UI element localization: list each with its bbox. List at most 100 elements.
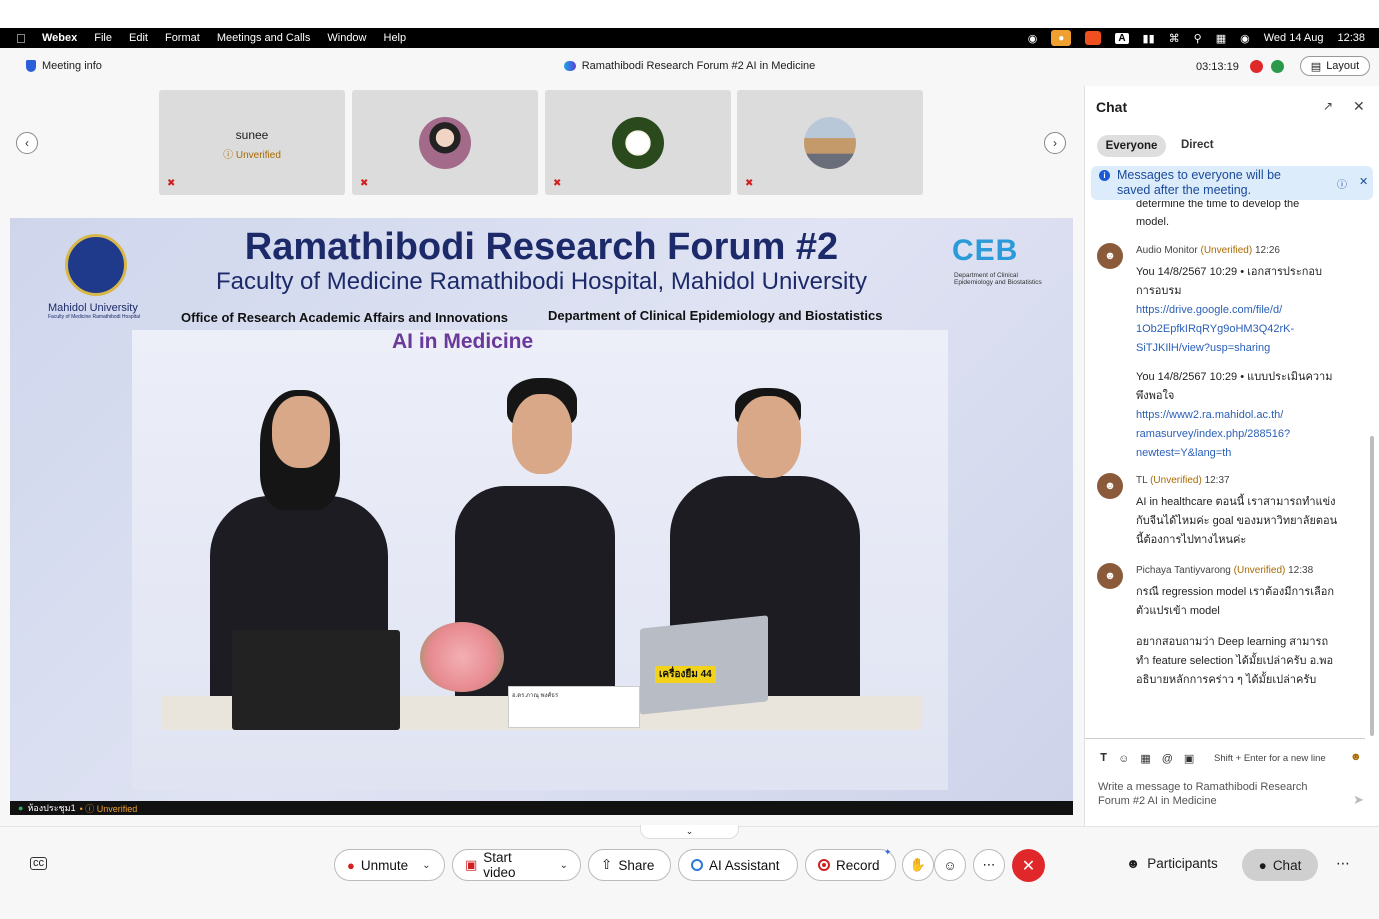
layout-button[interactable]: ▤ Layout (1300, 56, 1370, 76)
unmute-button[interactable]: ● Unmute ⌄ (334, 849, 445, 881)
message-link[interactable]: https://drive.google.com/file/d/ (1136, 301, 1351, 320)
message-link[interactable]: 1Ob2EpfkIRqRYg9oHM3Q42rK- (1136, 320, 1351, 339)
speaker-left-face (272, 396, 330, 468)
line-app-icon[interactable]: ◉ (1028, 32, 1038, 45)
menu-format[interactable]: Format (165, 32, 200, 44)
menubar-time[interactable]: 12:38 (1337, 32, 1365, 44)
menu-meetings-and-calls[interactable]: Meetings and Calls (217, 32, 311, 44)
message-text: พึงพอใจ (1136, 390, 1175, 402)
mention-icon[interactable]: @ (1162, 753, 1173, 765)
person-icon: ☻ (1126, 856, 1141, 871)
adobe-icon[interactable] (1085, 31, 1102, 45)
wifi-icon[interactable]: ⌘ (1169, 32, 1180, 45)
microphone-icon[interactable]: ● (1051, 30, 1072, 46)
chevron-down-icon[interactable]: ⌄ (422, 860, 430, 871)
message-header: Audio Monitor (Unverified) 12:26 (1136, 245, 1280, 256)
participant-tile[interactable]: ✖ (737, 90, 923, 195)
menu-edit[interactable]: Edit (129, 32, 148, 44)
prev-participants-button[interactable]: ‹ (16, 132, 38, 154)
message-link[interactable]: ramasurvey/index.php/288516? (1136, 425, 1351, 444)
menu-app-webex[interactable]: Webex (42, 32, 77, 44)
more-panels-button[interactable]: ⋯ (1336, 855, 1350, 872)
dismiss-notice-button[interactable]: ✕ (1359, 175, 1368, 188)
menu-help[interactable]: Help (384, 32, 407, 44)
laptop-left (232, 630, 400, 730)
message-text: นี้ต้องการไปทางไหนค่ะ (1136, 534, 1247, 546)
battery-icon[interactable]: ▮▮ (1143, 32, 1155, 45)
status-tray: ◉ ● A ▮▮ ⌘ ⚲ ▦ ◉ Wed 14 Aug 12:38 (1028, 28, 1365, 48)
send-icon[interactable]: ➤ (1353, 792, 1364, 808)
participant-tile[interactable]: ✖ (545, 90, 731, 195)
share-button[interactable]: ⇧ Share (588, 849, 671, 881)
close-icon: ✕ (1021, 857, 1036, 875)
chevron-down-icon[interactable]: ⌄ (560, 860, 568, 871)
meeting-stage-area: ‹ › sunee ⓘ Unverified ✖ ✖ ✖ ✖ Mahidol U… (0, 86, 1084, 826)
participant-tile[interactable]: sunee ⓘ Unverified ✖ (159, 90, 345, 195)
next-participants-button[interactable]: › (1044, 132, 1066, 154)
emoji-icon[interactable]: ☺ (1118, 753, 1129, 765)
avatar[interactable]: ☻ (1097, 563, 1123, 589)
raise-hand-button[interactable]: ✋ (902, 849, 934, 881)
ai-assistant-label: AI Assistant (709, 857, 780, 873)
recording-indicator-icon[interactable] (1250, 60, 1263, 73)
apple-icon[interactable]:  (16, 31, 34, 46)
message-text: กรณี regression model เราต้องมีการเลือก (1136, 586, 1334, 598)
start-video-button[interactable]: ▣ Start video ⌄ (452, 849, 581, 881)
tab-direct[interactable]: Direct (1181, 139, 1214, 151)
chat-message-list[interactable]: determine the time to develop the model.… (1085, 200, 1365, 736)
tab-everyone[interactable]: Everyone (1097, 135, 1166, 157)
text-format-icon[interactable]: 𝐓 (1100, 752, 1107, 765)
speaker-right-face (737, 396, 801, 478)
chat-panel-title: Chat (1096, 99, 1128, 115)
participant-tile[interactable]: ✖ (352, 90, 538, 195)
speaker-center-face (512, 394, 572, 474)
info-icon: i (1099, 170, 1110, 181)
participants-button[interactable]: ☻ Participants (1126, 856, 1218, 871)
notice-text: Messages to everyone will be saved after… (1117, 168, 1281, 197)
help-icon[interactable]: ⓘ (1337, 176, 1347, 191)
active-speaker-video[interactable]: Mahidol University Faculty of Medicine R… (10, 218, 1073, 801)
menu-file[interactable]: File (94, 32, 112, 44)
screenshot-icon[interactable]: ▣ (1184, 752, 1194, 765)
network-health-icon[interactable] (1271, 60, 1284, 73)
window-title-bar: Meeting info Ramathibodi Research Forum … (0, 48, 1379, 86)
compose-divider (1085, 738, 1365, 739)
spotlight-search-icon[interactable]: ⚲ (1194, 32, 1202, 45)
person-icon: ☻ (1104, 480, 1116, 492)
popout-icon[interactable]: ↗ (1323, 99, 1333, 113)
avatar[interactable]: ☻ (1097, 243, 1123, 269)
message-text: ทำ feature selection ได้มั้ยเปล่าครับ อ.… (1136, 655, 1334, 667)
shield-icon (26, 60, 36, 72)
recipient-person-icon[interactable]: ☻ (1350, 751, 1362, 763)
window-title-text: Ramathibodi Research Forum #2 AI in Medi… (581, 60, 816, 72)
unmute-label: Unmute (360, 857, 409, 873)
message-header: Pichaya Tantiyvarong (Unverified) 12:38 (1136, 565, 1314, 576)
closed-captions-button[interactable]: cc (30, 857, 47, 870)
leave-meeting-button[interactable]: ✕ (1012, 849, 1045, 882)
collapse-toolbar-button[interactable]: ⌄ (640, 825, 739, 839)
message-link[interactable]: https://www2.ra.mahidol.ac.th/ (1136, 406, 1351, 425)
menu-bar:  Webex File Edit Format Meetings and Ca… (0, 28, 1379, 48)
message-link[interactable]: SiTJKIlH/view?usp=sharing (1136, 339, 1351, 358)
ceb-logo: CEB (952, 234, 1019, 267)
more-options-button[interactable]: ⋯ (973, 849, 1005, 881)
chevron-left-icon: ‹ (25, 136, 29, 150)
menubar-date[interactable]: Wed 14 Aug (1264, 32, 1324, 44)
reactions-button[interactable]: ☺ (934, 849, 966, 881)
chat-scrollbar[interactable] (1370, 436, 1374, 736)
chat-button[interactable]: ● Chat (1242, 849, 1318, 881)
gif-icon[interactable]: ▦ (1140, 752, 1150, 765)
meeting-info-button[interactable]: Meeting info (26, 60, 102, 72)
message-link[interactable]: newtest=Y&lang=th (1136, 444, 1351, 463)
person-icon: ☻ (1104, 250, 1116, 262)
chat-message-input[interactable]: Write a message to Ramathibodi Research … (1098, 780, 1334, 808)
banner-ai-title: AI in Medicine (392, 330, 534, 353)
close-chat-button[interactable]: ✕ (1353, 98, 1365, 115)
menu-window[interactable]: Window (327, 32, 366, 44)
siri-icon[interactable]: ◉ (1240, 32, 1250, 45)
record-button[interactable]: Record (805, 849, 896, 881)
control-center-icon[interactable]: ▦ (1216, 32, 1226, 45)
ai-assistant-button[interactable]: AI Assistant (678, 849, 798, 881)
avatar[interactable]: ☻ (1097, 473, 1123, 499)
input-source-indicator[interactable]: A (1115, 32, 1129, 44)
